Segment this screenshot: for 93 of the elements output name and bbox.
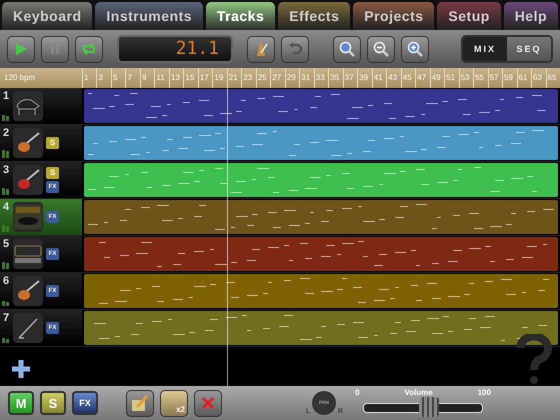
zoom-button[interactable] bbox=[333, 36, 361, 62]
mode-toggle[interactable]: SEQ bbox=[507, 37, 551, 61]
bar-number: 51 bbox=[444, 68, 459, 88]
play-icon bbox=[14, 42, 28, 56]
bar-number: 1 bbox=[82, 68, 96, 88]
stick-icon bbox=[16, 316, 40, 340]
metronome-button[interactable] bbox=[247, 36, 275, 62]
bar-number: 35 bbox=[328, 68, 343, 88]
turntable-icon bbox=[13, 204, 43, 230]
position-display: 21.1 bbox=[117, 35, 233, 63]
bar-number: 55 bbox=[473, 68, 488, 88]
tab[interactable]: Setup bbox=[437, 2, 501, 30]
undo-icon bbox=[287, 41, 303, 57]
bar-number: 33 bbox=[314, 68, 328, 88]
add-track-icon[interactable] bbox=[11, 359, 31, 379]
zoom-out-icon bbox=[373, 41, 389, 57]
zoom-in-icon bbox=[407, 41, 423, 57]
bar-number: 7 bbox=[125, 68, 140, 88]
track-header[interactable]: 2 S bbox=[0, 125, 82, 161]
pause-button[interactable] bbox=[41, 36, 69, 62]
bar-number: 45 bbox=[400, 68, 416, 88]
track-header[interactable]: 1 bbox=[0, 88, 82, 124]
track-number: 4 bbox=[3, 201, 10, 213]
bar-number: 43 bbox=[386, 68, 401, 88]
instrument-thumbnail[interactable] bbox=[13, 128, 43, 158]
instrument-thumbnail[interactable] bbox=[13, 165, 43, 195]
bar-number: 65 bbox=[546, 68, 560, 88]
pause-icon bbox=[49, 43, 61, 55]
guitar-icon bbox=[15, 168, 41, 192]
track-number: 1 bbox=[3, 90, 10, 102]
bar-number: 53 bbox=[458, 68, 474, 88]
zoom-in-button[interactable] bbox=[401, 36, 429, 62]
bar-number: 21 bbox=[226, 68, 242, 88]
close-icon bbox=[200, 395, 216, 411]
bar-number: 47 bbox=[415, 68, 430, 88]
edit-button[interactable] bbox=[126, 390, 154, 416]
track-number: 5 bbox=[3, 238, 10, 250]
undo-button[interactable] bbox=[281, 36, 309, 62]
piano-icon bbox=[15, 96, 41, 116]
bar-number: 49 bbox=[430, 68, 444, 88]
tab[interactable]: Effects bbox=[278, 2, 350, 30]
bar-number: 27 bbox=[270, 68, 285, 88]
bar-number: 13 bbox=[168, 68, 184, 88]
guitar-icon bbox=[15, 279, 41, 303]
bar-number: 11 bbox=[154, 68, 169, 88]
volume-label: Volume bbox=[404, 388, 433, 396]
tab[interactable]: Tracks bbox=[206, 2, 276, 30]
track-number: 6 bbox=[3, 275, 10, 287]
bass-amp-icon bbox=[14, 244, 42, 264]
volume-max-label: 100 bbox=[478, 388, 491, 396]
help-icon[interactable] bbox=[514, 334, 554, 384]
fx-button[interactable]: FX bbox=[72, 391, 98, 415]
track-number: 3 bbox=[3, 164, 10, 176]
bar-number: 3 bbox=[96, 68, 111, 88]
bar-number: 31 bbox=[299, 68, 314, 88]
loop-button[interactable] bbox=[75, 36, 103, 62]
bar-number: 25 bbox=[256, 68, 270, 88]
bar-number: 61 bbox=[516, 68, 532, 88]
tempo-label: 120 bpm bbox=[3, 72, 36, 84]
mode-toggle[interactable]: MIX bbox=[463, 37, 507, 61]
bar-number: 23 bbox=[241, 68, 256, 88]
zoom-out-button[interactable] bbox=[367, 36, 395, 62]
bar-number: 9 bbox=[140, 68, 154, 88]
play-button[interactable] bbox=[7, 36, 35, 62]
tab[interactable]: Projects bbox=[353, 2, 434, 30]
bar-number: 5 bbox=[110, 68, 126, 88]
guitar-icon bbox=[15, 131, 41, 155]
loop-icon bbox=[81, 42, 97, 56]
delete-button[interactable] bbox=[194, 390, 222, 416]
bar-number: 37 bbox=[342, 68, 358, 88]
bar-number: 57 bbox=[488, 68, 502, 88]
instrument-thumbnail[interactable] bbox=[13, 313, 43, 343]
instrument-thumbnail[interactable] bbox=[13, 91, 43, 121]
tab[interactable]: Help bbox=[504, 2, 558, 30]
volume-thumb[interactable] bbox=[418, 396, 439, 416]
bar-number: 59 bbox=[502, 68, 517, 88]
magnifier-icon bbox=[339, 41, 355, 57]
bar-number: 41 bbox=[372, 68, 386, 88]
tab[interactable]: Keyboard bbox=[2, 2, 92, 30]
bar-number: 15 bbox=[183, 68, 198, 88]
tab[interactable]: Instruments bbox=[95, 2, 203, 30]
pencil-icon bbox=[131, 394, 149, 412]
track-number: 7 bbox=[3, 312, 10, 324]
bar-number: 39 bbox=[357, 68, 372, 88]
bar-number: 17 bbox=[198, 68, 212, 88]
instrument-thumbnail[interactable] bbox=[13, 276, 43, 306]
track-number: 2 bbox=[3, 127, 10, 139]
volume-min-label: 0 bbox=[354, 388, 360, 396]
bar-number: 19 bbox=[212, 68, 227, 88]
bar-number: 63 bbox=[531, 68, 546, 88]
instrument-thumbnail[interactable] bbox=[13, 239, 43, 269]
instrument-thumbnail[interactable] bbox=[13, 202, 43, 232]
bar-number: 29 bbox=[284, 68, 300, 88]
